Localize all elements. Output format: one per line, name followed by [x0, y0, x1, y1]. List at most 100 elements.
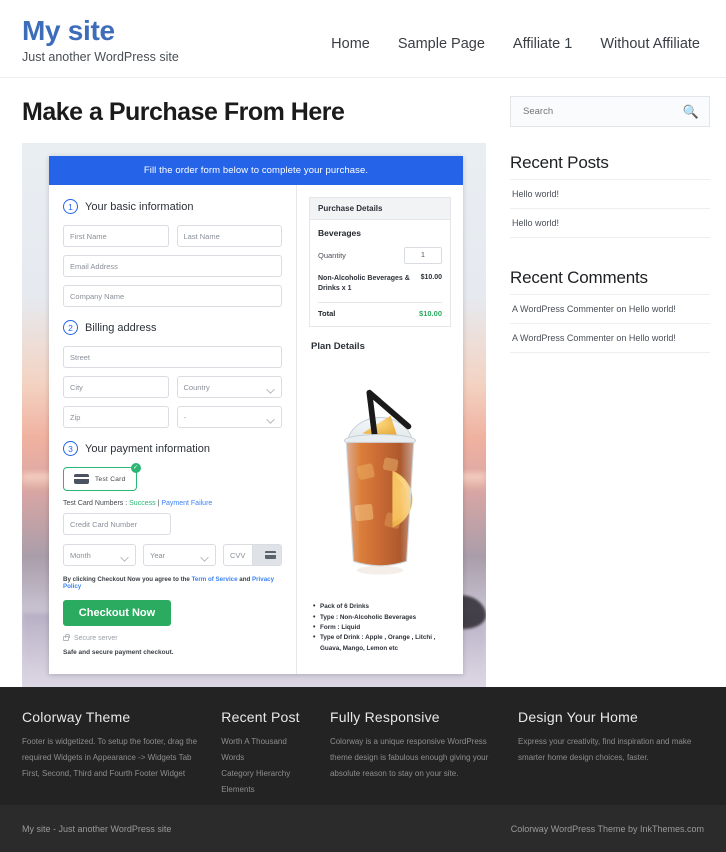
- total-label: Total: [318, 309, 336, 319]
- nav-item-without-affiliate[interactable]: Without Affiliate: [600, 36, 700, 52]
- plan-details-title: Plan Details: [311, 341, 365, 353]
- order-form-hero: Fill the order form below to complete yo…: [22, 143, 486, 688]
- expiry-year-select[interactable]: Year: [143, 544, 216, 566]
- site-tagline: Just another WordPress site: [22, 50, 179, 65]
- quantity-label: Quantity: [318, 251, 346, 260]
- footer-bottom-bar: My site - Just another WordPress site Co…: [0, 805, 726, 852]
- quantity-input[interactable]: 1: [404, 247, 442, 264]
- recent-posts-list: Hello world! Hello world!: [510, 179, 710, 238]
- payment-method-test-card[interactable]: Test Card ✓: [63, 463, 141, 491]
- street-field-row: Street: [63, 346, 282, 368]
- total-row: Total $10.00: [318, 309, 442, 318]
- step-3-label: Your payment information: [85, 442, 210, 455]
- product-image-iced-drink: [309, 358, 451, 596]
- site-title[interactable]: My site: [22, 16, 179, 46]
- recent-post-link[interactable]: Hello world!: [512, 189, 559, 199]
- list-item[interactable]: Hello world!: [510, 208, 710, 238]
- search-icon[interactable]: 🔍: [683, 105, 699, 118]
- plan-bullet: Type of Drink : Apple , Orange , Litchi …: [313, 632, 451, 654]
- summary-divider: [318, 302, 442, 304]
- secure-server-row: Secure server: [63, 634, 282, 642]
- lock-icon: [63, 634, 70, 641]
- credit-card-number-input[interactable]: Credit Card Number: [63, 513, 171, 535]
- terms-and: and: [237, 576, 253, 583]
- step-2-number: 2: [63, 320, 78, 335]
- nav-item-affiliate-1[interactable]: Affiliate 1: [513, 36, 572, 52]
- expiry-cvv-row: Month Year CVV: [63, 544, 282, 566]
- plan-bullet: Pack of 6 Drinks: [313, 601, 451, 613]
- list-item[interactable]: Hello world!: [510, 179, 710, 208]
- state-select[interactable]: -: [176, 406, 282, 428]
- step-2-label: Billing address: [85, 321, 157, 334]
- expiry-month-select[interactable]: Month: [63, 544, 136, 566]
- footer-column-text: Footer is widgetized. To setup the foote…: [22, 737, 198, 778]
- purchase-details-body: Beverages Quantity 1 Non-Alcoholic Bever…: [310, 220, 450, 326]
- name-field-row: First Name Last Name: [63, 225, 282, 247]
- nav-item-home[interactable]: Home: [331, 36, 370, 52]
- street-input[interactable]: Street: [63, 346, 282, 368]
- page-title: Make a Purchase From Here: [22, 98, 345, 126]
- company-name-input[interactable]: Company Name: [63, 285, 282, 307]
- footer-column-title: Recent Post: [221, 709, 300, 725]
- purchase-summary-column: Purchase Details Beverages Quantity 1 No…: [297, 185, 463, 674]
- country-select[interactable]: Country: [176, 376, 282, 398]
- first-name-input[interactable]: First Name: [63, 225, 169, 247]
- terms-prefix: By clicking Checkout Now you agree to th…: [63, 576, 192, 583]
- line-item-name: Non-Alcoholic Beverages & Drinks x 1: [318, 275, 410, 293]
- search-widget[interactable]: 🔍: [510, 96, 710, 127]
- test-card-success-link[interactable]: Success: [129, 500, 155, 507]
- city-input[interactable]: City: [63, 376, 169, 398]
- footer-site-credit: My site - Just another WordPress site: [22, 823, 172, 834]
- list-item[interactable]: Worth A Thousand Words: [221, 734, 312, 766]
- widget-title-recent-posts: Recent Posts: [510, 153, 609, 172]
- site-footer: Colorway Theme Footer is widgetized. To …: [0, 687, 726, 805]
- recent-comment-link[interactable]: A WordPress Commenter on Hello world!: [512, 304, 676, 314]
- line-item-price: $10.00: [420, 274, 442, 281]
- footer-theme-credit[interactable]: Colorway WordPress Theme by InkThemes.co…: [511, 824, 704, 834]
- step-2-header: 2 Billing address: [63, 320, 282, 335]
- widget-title-recent-comments: Recent Comments: [510, 268, 648, 287]
- list-item[interactable]: A WordPress Commenter on Hello world!: [510, 323, 710, 353]
- nav-item-sample-page[interactable]: Sample Page: [398, 36, 485, 52]
- checkout-now-button[interactable]: Checkout Now: [63, 600, 171, 626]
- form-body: 1 Your basic information First Name Last…: [49, 185, 463, 674]
- list-item[interactable]: A WordPress Commenter on Hello world!: [510, 294, 710, 323]
- last-name-input[interactable]: Last Name: [176, 225, 282, 247]
- recent-comments-list: A WordPress Commenter on Hello world! A …: [510, 294, 710, 353]
- footer-column-design-your-home: Design Your Home Express your creativity…: [518, 709, 704, 805]
- secure-server-text: Secure server: [74, 635, 118, 642]
- plan-bullet: Form : Liquid: [313, 622, 451, 634]
- list-item[interactable]: Category Hierarchy: [221, 766, 312, 782]
- footer-column-fully-responsive: Fully Responsive Colorway is a unique re…: [330, 709, 518, 805]
- test-card-prefix: Test Card Numbers :: [63, 500, 130, 507]
- site-header: My site Just another WordPress site Home…: [0, 0, 726, 78]
- email-input[interactable]: Email Address: [63, 255, 282, 277]
- test-card-failure-link[interactable]: Payment Failure: [161, 500, 212, 507]
- main-content: Make a Purchase From Here Fill the order…: [0, 78, 500, 688]
- recent-comment-link[interactable]: A WordPress Commenter on Hello world!: [512, 333, 676, 343]
- cvv-input[interactable]: CVV: [223, 544, 282, 566]
- cvv-placeholder: CVV: [230, 550, 246, 560]
- footer-column-text: Express your creativity, find inspiratio…: [518, 737, 692, 762]
- cvv-field-wrapper: CVV: [223, 544, 282, 566]
- quantity-row: Quantity 1: [318, 247, 442, 264]
- footer-column-colorway-theme: Colorway Theme Footer is widgetized. To …: [22, 709, 221, 805]
- recent-post-link[interactable]: Hello world!: [512, 218, 559, 228]
- page-wrapper: Make a Purchase From Here Fill the order…: [0, 78, 726, 688]
- total-value: $10.00: [419, 309, 442, 319]
- step-3-header: 3 Your payment information: [63, 441, 282, 456]
- zip-input[interactable]: Zip: [63, 406, 169, 428]
- footer-column-title: Design Your Home: [518, 709, 638, 725]
- city-country-row: City Country: [63, 376, 282, 398]
- step-1-number: 1: [63, 199, 78, 214]
- sidebar: 🔍 Recent Posts Hello world! Hello world!…: [500, 78, 726, 383]
- search-input[interactable]: [521, 105, 683, 118]
- company-field-row: Company Name: [63, 285, 282, 307]
- list-item[interactable]: Elements: [221, 782, 312, 798]
- zip-state-row: Zip -: [63, 406, 282, 428]
- plan-bullet: Type : Non-Alcoholic Beverages: [313, 612, 451, 624]
- site-branding: My site Just another WordPress site: [22, 16, 179, 65]
- form-banner: Fill the order form below to complete yo…: [49, 156, 463, 185]
- term-of-service-link[interactable]: Term of Service: [192, 576, 238, 583]
- form-fields-column: 1 Your basic information First Name Last…: [49, 185, 297, 674]
